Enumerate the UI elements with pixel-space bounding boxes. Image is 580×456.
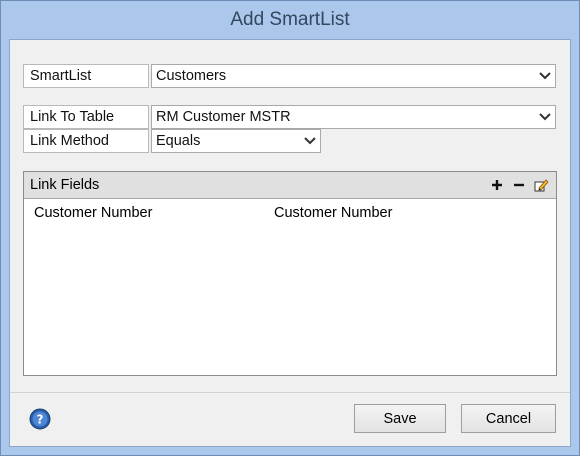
list-item[interactable]: Customer Number Customer Number — [24, 199, 556, 227]
add-icon[interactable] — [486, 174, 508, 196]
chevron-down-icon[interactable] — [300, 130, 320, 152]
svg-text:?: ? — [37, 413, 44, 427]
edit-icon[interactable] — [530, 174, 552, 196]
link-fields-panel: Link Fields Customer Number Customer Num… — [23, 171, 557, 376]
link-field-left: Customer Number — [34, 205, 153, 221]
link-method-dropdown[interactable]: Equals — [151, 129, 321, 153]
link-method-label: Link Method — [23, 129, 149, 153]
link-to-table-label: Link To Table — [23, 105, 149, 129]
chevron-down-icon[interactable] — [535, 65, 555, 87]
remove-icon[interactable] — [508, 174, 530, 196]
smartlist-value: Customers — [156, 68, 227, 84]
help-icon[interactable]: ? — [29, 408, 51, 430]
cancel-button[interactable]: Cancel — [461, 404, 556, 433]
dialog-body: SmartList Customers Link To Table RM Cus… — [9, 39, 571, 447]
link-to-table-value: RM Customer MSTR — [156, 109, 291, 125]
chevron-down-icon[interactable] — [535, 106, 555, 128]
add-smartlist-window: Add SmartList SmartList Customers Link T… — [0, 0, 580, 456]
link-field-right: Customer Number — [274, 205, 393, 221]
save-button[interactable]: Save — [354, 404, 446, 433]
window-title: Add SmartList — [230, 9, 350, 30]
footer-divider — [10, 392, 570, 393]
smartlist-label: SmartList — [23, 64, 149, 88]
link-to-table-dropdown[interactable]: RM Customer MSTR — [151, 105, 556, 129]
smartlist-dropdown[interactable]: Customers — [151, 64, 556, 88]
link-fields-header: Link Fields — [24, 172, 556, 199]
link-method-value: Equals — [156, 133, 201, 149]
link-fields-title: Link Fields — [30, 177, 100, 193]
